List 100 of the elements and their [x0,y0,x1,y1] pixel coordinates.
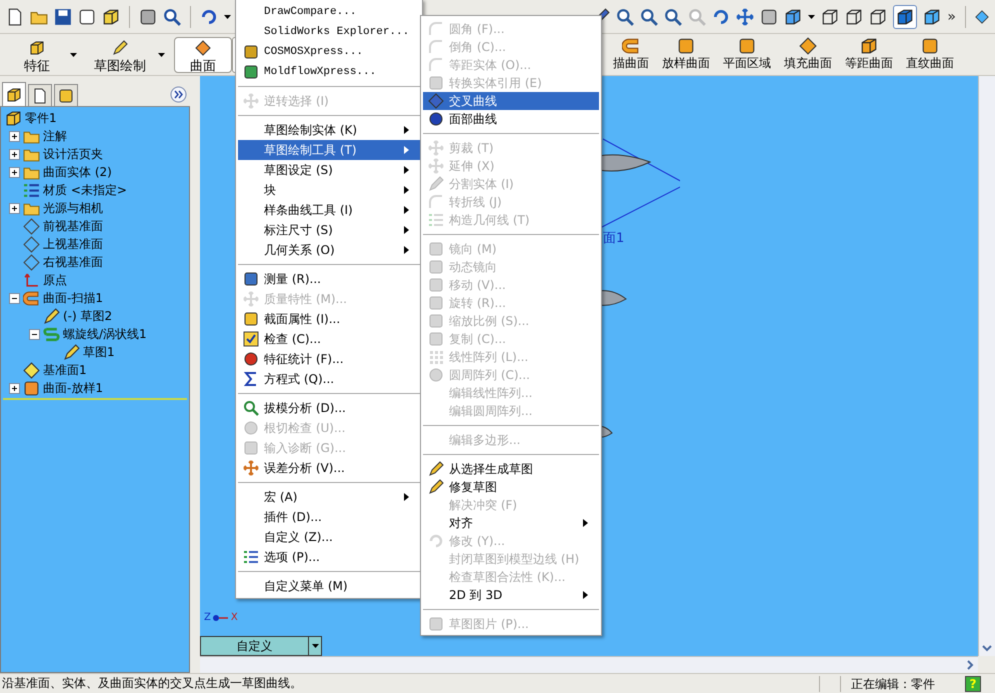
tree-item[interactable]: 曲面-放样1 [43,380,103,396]
surface-tool-button[interactable]: 平面区域 [718,36,776,73]
tree-item[interactable]: 螺旋线/涡状线1 [63,326,147,342]
menu-item[interactable]: 检查 (C)... [238,329,420,349]
toolbar-overflow[interactable]: » [947,8,956,24]
menu-item[interactable]: 截面属性 (I)... [238,309,420,329]
axis-triad-icon [212,614,229,622]
fillet-icon [428,21,444,37]
tree-item[interactable]: 原点 [43,272,67,288]
sketch-icon [112,40,128,56]
menu-item[interactable]: 特征统计 (F)... [238,349,420,369]
menu-item[interactable]: 测量 (R)... [238,269,420,289]
sigma-icon [243,371,259,387]
tree-item[interactable]: 曲面-扫描1 [43,290,103,306]
surface-tool-button[interactable]: 直纹曲面 [901,36,959,73]
plane-icon[interactable] [975,10,989,24]
caret-icon[interactable] [808,14,816,18]
tree-item[interactable]: 草图1 [83,344,115,360]
tree-item[interactable]: 零件1 [25,110,57,126]
menu-item[interactable]: 插件 (D)... [238,507,420,527]
surface-tool-button[interactable]: 放样曲面 [657,36,715,73]
command-tab[interactable]: 特征 [8,36,66,72]
menu-item[interactable]: DrawCompare... [238,2,420,22]
tree-item[interactable]: 设计活页夹 [43,146,103,162]
menu-item[interactable]: 2D 到 3D [423,586,599,604]
surface-tool-button[interactable]: 描曲面 [608,36,654,73]
menu-item[interactable]: SolidWorks Explorer... [238,22,420,42]
menu-item[interactable]: MoldflowXpress... [238,62,420,82]
tree-item[interactable]: 上视基准面 [43,236,103,252]
expand-toggle[interactable] [9,166,20,178]
rebuild-icon[interactable] [102,8,120,26]
menu-item[interactable]: 选项 (P)... [238,547,420,567]
new-document-icon[interactable] [6,8,24,26]
expand-toggle[interactable] [9,148,20,160]
command-tab[interactable]: 曲面 [174,36,232,72]
menu-item[interactable]: 拔模分析 (D)... [238,398,420,418]
expand-panel-button[interactable] [170,86,187,102]
command-tab[interactable]: 草图绘制 [86,36,154,72]
menu-item[interactable]: 草图设定 (S) [238,160,420,180]
tree-item[interactable]: 曲面实体 (2) [43,164,112,180]
menu-item[interactable]: 方程式 (Q)... [238,369,420,389]
menu-item[interactable]: 交叉曲线 [423,92,599,110]
caret-icon [158,52,164,56]
menu-item[interactable]: 自定义 (Z)... [238,527,420,547]
tree-item[interactable]: 基准面1 [43,362,87,378]
plane-icon [23,236,40,252]
expand-toggle[interactable] [9,130,20,142]
menu-item[interactable]: 面部曲线 [423,110,599,128]
expand-toggle[interactable] [9,292,20,304]
shaded-edges-button[interactable] [893,4,918,28]
wireframe-cube-icon[interactable] [869,8,888,26]
surface-tool-button[interactable]: 填充曲面 [779,36,837,73]
shaded-cube-icon[interactable] [923,8,942,26]
zoom-in-out-icon[interactable] [664,8,682,26]
view-orientation-icon[interactable] [784,8,802,26]
plane-label: 面1 [603,230,624,247]
pan-icon[interactable] [736,8,754,26]
caret-icon[interactable] [224,14,231,18]
expand-toggle[interactable] [9,202,20,214]
part-tree-icon [6,86,22,102]
undo-icon[interactable] [200,8,218,26]
zoom-fit-icon[interactable] [616,8,634,26]
menu-item[interactable]: 草图绘制工具 (T) [238,140,420,160]
plane-icon [23,254,40,270]
menu-item[interactable]: 块 [238,180,420,200]
menu-item[interactable]: 对齐 [423,514,599,532]
menu-item[interactable]: 样条曲线工具 (I) [238,200,420,220]
status-message: 沿基准面、实体、及曲面实体的交叉点生成一草图曲线。 [1,675,303,692]
tree-item[interactable]: 前视基准面 [43,218,103,234]
view-selector[interactable]: 自定义 [200,636,322,656]
tree-item[interactable]: 材质 <未指定> [43,182,127,198]
menu-item[interactable]: COSMOSXpress... [238,42,420,62]
tree-item[interactable]: 光源与相机 [43,200,103,216]
panel-tab[interactable] [54,84,78,106]
expand-toggle[interactable] [9,382,20,394]
horizontal-scrollbar[interactable] [200,656,978,673]
sketch-icon [63,344,80,360]
menu-item[interactable]: 修复草图 [423,478,599,496]
menu-item[interactable]: 草图绘制实体 (K) [238,120,420,140]
tree-item[interactable]: 注解 [43,128,67,144]
wireframe-cube-icon[interactable] [821,8,840,26]
editing-status: 正在编辑：零件 [840,676,945,692]
wireframe-cube-icon[interactable] [845,8,864,26]
menu-item[interactable]: 从选择生成草图 [423,460,599,478]
zoom-area-icon[interactable] [640,8,658,26]
vertical-scrollbar[interactable] [978,76,995,656]
print-preview-icon[interactable] [163,8,181,26]
menu-item[interactable]: 几何关系 (O) [238,240,420,260]
panel-tab[interactable] [2,82,26,106]
surface-tool-button[interactable]: 等距曲面 [840,36,898,73]
menu-item[interactable]: 自定义菜单 (M) [238,576,420,596]
expand-toggle[interactable] [29,328,40,340]
panel-tab[interactable] [28,84,52,106]
tree-item[interactable]: (-) 草图2 [63,308,112,324]
menu-item[interactable]: 标注尺寸 (S) [238,220,420,240]
shaded-cube-icon [896,8,914,26]
tree-item[interactable]: 右视基准面 [43,254,103,270]
save-icon[interactable] [54,8,72,26]
menu-item[interactable]: 宏 (A) [238,487,420,507]
menu-item[interactable]: 误差分析 (V)... [238,458,420,478]
